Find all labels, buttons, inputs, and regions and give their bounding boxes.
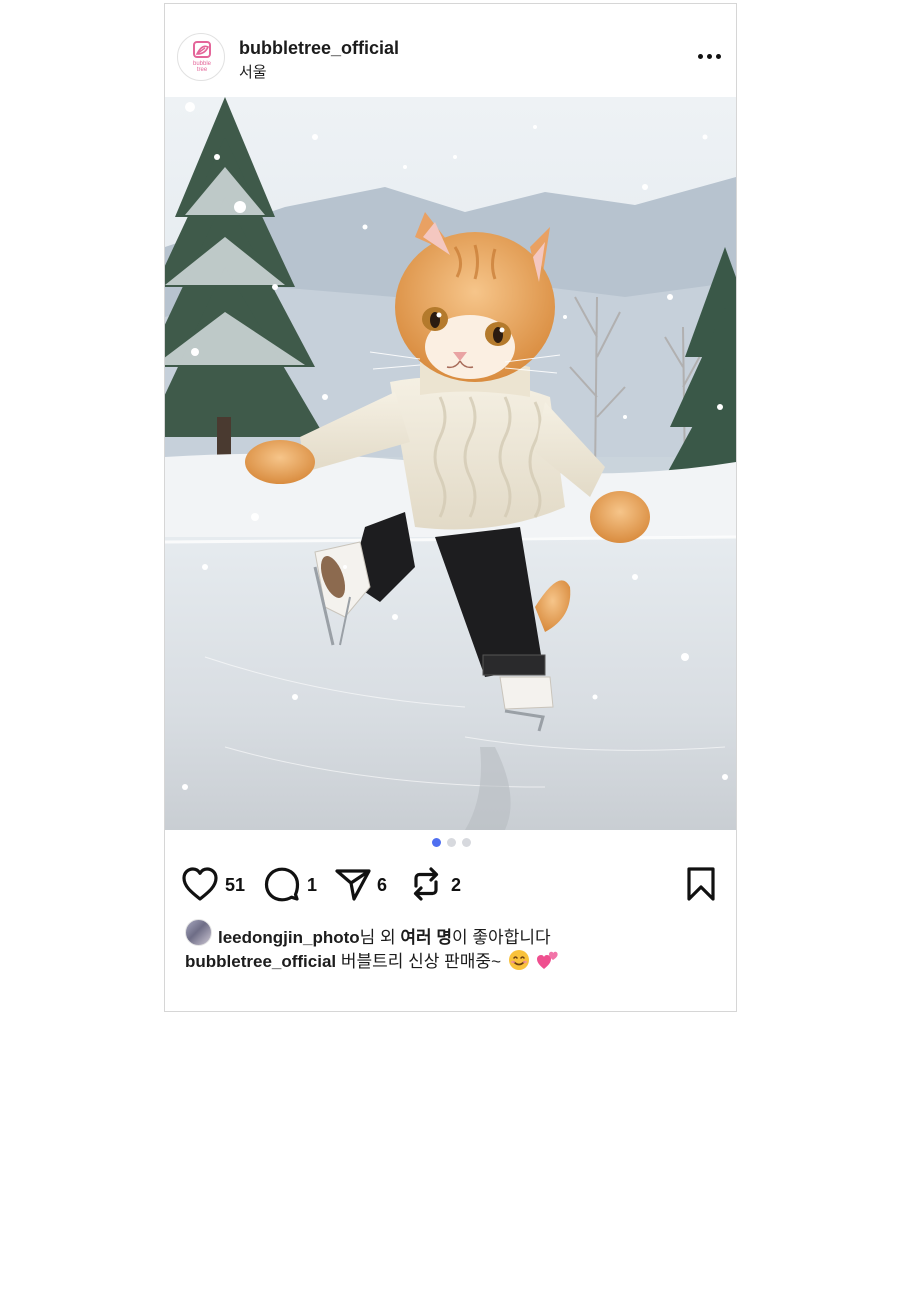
send-icon: [335, 869, 371, 901]
comment-icon: [264, 867, 300, 902]
carousel-dot-active[interactable]: [432, 838, 441, 847]
carousel-dot[interactable]: [462, 838, 471, 847]
two-hearts-emoji-icon: [537, 951, 559, 969]
post-actions-bar: 51 1 6 2: [165, 864, 736, 904]
carousel-dot[interactable]: [447, 838, 456, 847]
bookmark-button[interactable]: [685, 864, 719, 904]
post-card: bubble tree bubbletree_official 서울 51 1 …: [164, 3, 737, 1012]
liked-others-link[interactable]: 여러 명: [400, 928, 452, 947]
more-options-button[interactable]: [690, 44, 728, 68]
post-username[interactable]: bubbletree_official: [239, 38, 399, 59]
like-count: 51: [225, 875, 246, 895]
caption-author[interactable]: bubbletree_official: [185, 952, 336, 971]
post-location[interactable]: 서울: [239, 61, 267, 82]
comment-button[interactable]: 1: [264, 864, 322, 904]
post-caption: bubbletree_official 버블트리 신상 판매중~: [185, 947, 560, 972]
carousel-indicator: [165, 838, 736, 848]
liker-avatar[interactable]: [185, 919, 212, 946]
profile-avatar[interactable]: bubble tree: [177, 33, 225, 81]
post-header: bubble tree bubbletree_official 서울: [165, 4, 736, 97]
liker-username[interactable]: leedongjin_photo: [218, 928, 360, 947]
skating-cat-photo: [165, 97, 736, 830]
ellipsis-dot: [707, 54, 712, 59]
post-image[interactable]: [165, 97, 736, 830]
ellipsis-dot: [716, 54, 721, 59]
comment-count: 1: [307, 875, 318, 895]
ellipsis-icon: [698, 54, 703, 59]
share-count: 6: [377, 875, 388, 895]
like-button[interactable]: 51: [181, 864, 251, 904]
bookmark-icon: [687, 867, 715, 901]
liked-suffix-text: 이 좋아합니다: [452, 928, 551, 947]
caption-text: 버블트리 신상 판매중~: [336, 952, 501, 971]
repost-icon: [413, 867, 439, 901]
heart-icon: [182, 867, 218, 901]
repost-count: 2: [451, 875, 462, 895]
liked-middle-text: 님 외: [359, 928, 401, 947]
bubbletree-logo: bubble tree: [193, 41, 212, 73]
liked-by-text: leedongjin_photo님 외 여러 명이 좋아합니다: [218, 923, 551, 948]
smiling-face-emoji-icon: [508, 950, 529, 970]
share-button[interactable]: 6: [334, 864, 394, 904]
svg-text:tree: tree: [197, 67, 208, 73]
repost-button[interactable]: 2: [408, 864, 468, 904]
